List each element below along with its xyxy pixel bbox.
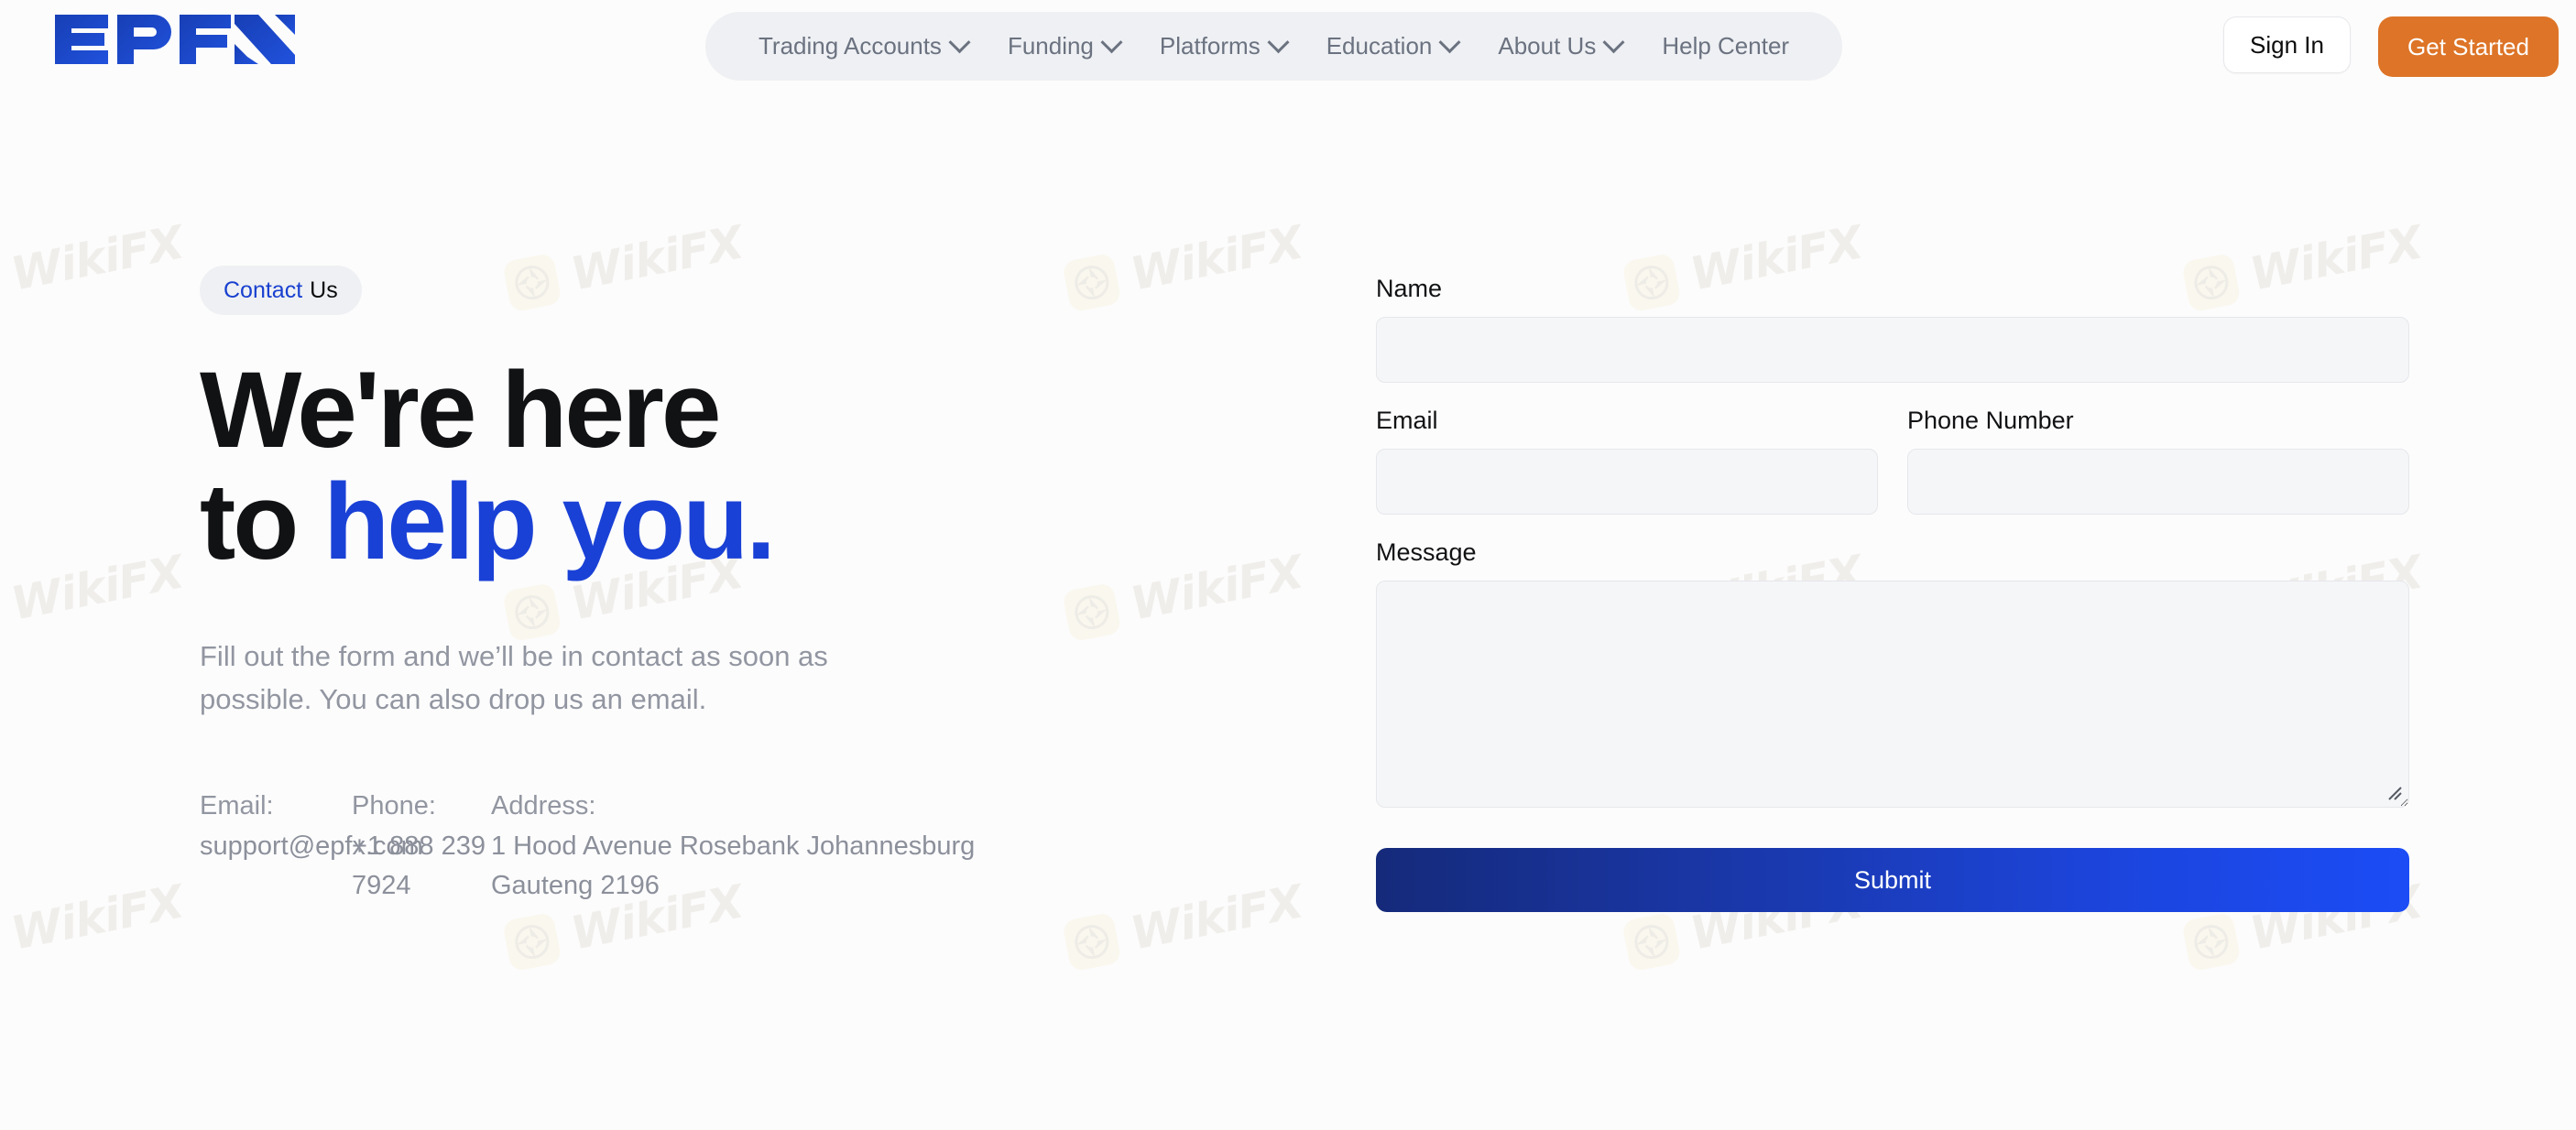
primary-navigation: Trading Accounts Funding Platforms Educatio… — [705, 12, 1843, 81]
contact-detail-label: Email: — [200, 791, 274, 821]
phone-input[interactable] — [1907, 449, 2409, 515]
email-label: Email — [1376, 407, 1438, 434]
nav-item-label: Funding — [1007, 32, 1094, 60]
chevron-down-icon — [1267, 31, 1290, 54]
badge-label-dark: Us — [310, 277, 338, 303]
name-label: Name — [1376, 275, 1443, 302]
aperture-icon — [515, 925, 550, 960]
epfx-logo-icon — [55, 15, 295, 64]
sign-in-button[interactable]: Sign In — [2223, 16, 2351, 73]
watermark-badge — [502, 911, 562, 972]
phone-field-group: Phone Number — [1907, 407, 2409, 515]
nav-item-label: About Us — [1498, 32, 1597, 60]
contact-detail-phone: Phone: +1 888 239 7924 — [352, 787, 491, 907]
contact-us-badge: Contact Us — [200, 266, 362, 315]
nav-item-help-center[interactable]: Help Center — [1642, 12, 1809, 81]
badge-label-blue: Contact — [224, 277, 303, 303]
submit-button[interactable]: Submit — [1376, 848, 2409, 912]
chevron-down-icon — [1438, 31, 1461, 54]
email-input[interactable] — [1376, 449, 1878, 515]
watermark-badge — [1621, 911, 1682, 972]
watermark-badge — [0, 581, 3, 643]
watermark-badge — [1062, 911, 1122, 972]
nav-item-education[interactable]: Education — [1306, 12, 1479, 81]
hero-subtext: Fill out the form and we’ll be in contac… — [200, 640, 828, 716]
contact-detail-value[interactable]: +1 888 239 7924 — [352, 827, 491, 907]
watermark-text: WikiFX — [6, 875, 188, 961]
get-started-button[interactable]: Get Started — [2378, 16, 2559, 77]
site-header: Trading Accounts Funding Platforms Educatio… — [0, 0, 2576, 103]
watermark-badge — [0, 252, 3, 313]
watermark-text: WikiFX — [6, 545, 188, 631]
message-field-group: Message — [1376, 538, 2409, 808]
aperture-icon — [1634, 925, 1669, 960]
headline-line-1: We're here — [200, 350, 722, 471]
contact-detail-value: 1 Hood Avenue Rosebank Johannesburg Gaut… — [491, 831, 976, 901]
email-field-group: Email — [1376, 407, 1878, 515]
headline-line-2-blue: help you. — [323, 461, 776, 582]
chevron-down-icon — [948, 31, 971, 54]
email-phone-row: Email Phone Number — [1376, 407, 2409, 515]
aperture-icon — [2194, 925, 2229, 960]
nav-item-label: Education — [1326, 32, 1433, 60]
watermark-text: WikiFX — [6, 215, 188, 301]
chevron-down-icon — [1602, 31, 1625, 54]
hero-left-column: Contact Us We're here to help you. Fill … — [200, 266, 1253, 907]
wikifx-watermark: WikiFX — [0, 216, 188, 314]
aperture-icon — [1075, 925, 1109, 960]
headline-line-2-dark: to — [200, 461, 324, 582]
contact-detail-value[interactable]: support@epfx.com — [200, 827, 423, 867]
nav-item-about-us[interactable]: About Us — [1478, 12, 1642, 81]
nav-item-platforms[interactable]: Platforms — [1140, 12, 1306, 81]
message-label: Message — [1376, 538, 1477, 566]
wikifx-watermark: WikiFX — [0, 546, 188, 644]
message-textarea[interactable] — [1376, 581, 2409, 808]
watermark-badge — [0, 911, 3, 972]
nav-item-label: Help Center — [1662, 32, 1790, 60]
contact-detail-label: Address: — [491, 791, 596, 821]
watermark-badge — [2181, 911, 2242, 972]
contact-detail-email: Email: support@epfx.com — [200, 787, 423, 907]
wikifx-watermark: WikiFX — [0, 875, 188, 973]
name-input[interactable] — [1376, 317, 2409, 383]
contact-detail-address: Address: 1 Hood Avenue Rosebank Johannes… — [491, 787, 1022, 907]
epfx-logo[interactable] — [51, 11, 299, 68]
contact-details: Email: support@epfx.com Phone: +1 888 23… — [200, 787, 1253, 907]
nav-item-trading-accounts[interactable]: Trading Accounts — [738, 12, 988, 81]
page-title: We're here to help you. — [200, 354, 1253, 578]
phone-label: Phone Number — [1907, 407, 2074, 434]
contact-detail-label: Phone: — [352, 791, 436, 821]
nav-item-label: Platforms — [1159, 32, 1261, 60]
nav-item-label: Trading Accounts — [759, 32, 942, 60]
contact-form: Name Email Phone Number Message Submit — [1376, 275, 2409, 912]
nav-item-funding[interactable]: Funding — [988, 12, 1140, 81]
name-field-group: Name — [1376, 275, 2409, 383]
chevron-down-icon — [1100, 31, 1123, 54]
